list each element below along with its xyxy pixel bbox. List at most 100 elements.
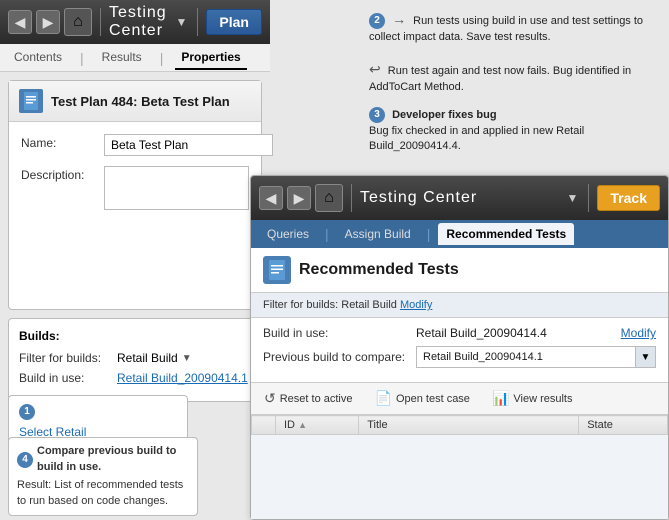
callout-4-number: 4 xyxy=(17,452,33,468)
results-table-container: ID ▲ Title State xyxy=(251,415,668,519)
previous-build-dropdown[interactable]: Retail Build_20090414.1 ▼ xyxy=(416,346,656,368)
back-button[interactable]: ◀ xyxy=(8,10,32,34)
rec-tests-icon xyxy=(263,256,291,284)
rec-filter-bar: Filter for builds: Retail Build Modify xyxy=(251,293,668,318)
rec-tests-title: Recommended Tests xyxy=(299,261,459,279)
arrow-left-1: ↩ xyxy=(369,61,381,77)
sort-icon-id: ▲ xyxy=(298,420,307,430)
tab-right-sep-1: | xyxy=(325,226,329,242)
previous-build-label: Previous build to compare: xyxy=(263,350,408,364)
app-title-left: Testing Center xyxy=(109,4,170,40)
previous-build-value: Retail Build_20090414.1 xyxy=(417,351,635,363)
left-tabs-bar: Contents | Results | Properties xyxy=(0,44,270,72)
filter-builds-row: Filter for builds: Retail Build ▼ xyxy=(19,351,251,365)
rec-tests-header: Recommended Tests xyxy=(251,248,668,293)
right-nav-divider xyxy=(351,184,352,212)
build-in-use-row: Build in use: Retail Build_20090414.1 xyxy=(19,371,251,385)
col-state[interactable]: State xyxy=(579,416,668,435)
col-title[interactable]: Title xyxy=(359,416,579,435)
filter-modify-link[interactable]: Modify xyxy=(400,299,432,311)
view-results-button[interactable]: 📊 View results xyxy=(487,387,578,410)
callout-4-text: Result: List of recommended tests to run… xyxy=(17,479,183,506)
description-input[interactable] xyxy=(104,166,249,210)
callout-1-header: 1 xyxy=(19,404,177,420)
callout-2-text-1: Run tests using build in use and test se… xyxy=(369,15,643,43)
callout-3-number: 3 xyxy=(369,107,385,123)
callout-2: 2 → Run tests using build in use and tes… xyxy=(369,10,659,95)
right-forward-button[interactable]: ▶ xyxy=(287,186,311,210)
right-nav-bar: ◀ ▶ ⌂ Testing Center ▼ Track xyxy=(251,176,668,220)
tab-recommended-tests[interactable]: Recommended Tests xyxy=(438,223,574,245)
build-in-use-field-row: Build in use: Retail Build_20090414.4 Mo… xyxy=(263,326,656,340)
name-label: Name: xyxy=(21,134,96,150)
results-table: ID ▲ Title State xyxy=(251,415,668,435)
builds-section: Builds: Filter for builds: Retail Build … xyxy=(8,318,262,402)
nav-dropdown-button[interactable]: ▼ xyxy=(174,13,190,31)
nav-divider xyxy=(100,8,101,36)
tab-sep-2: | xyxy=(160,50,164,66)
filter-dropdown[interactable]: Retail Build ▼ xyxy=(117,351,192,365)
col-checkbox xyxy=(252,416,276,435)
build-in-use-label: Build in use: xyxy=(19,371,109,385)
build-in-use-value[interactable]: Retail Build_20090414.1 xyxy=(117,371,248,385)
tab-sep-1: | xyxy=(80,50,84,66)
reset-active-button[interactable]: ↺ Reset to active xyxy=(259,387,358,410)
previous-build-field-row: Previous build to compare: Retail Build_… xyxy=(263,346,656,368)
rec-build-modify-link[interactable]: Modify xyxy=(621,326,656,340)
plan-button[interactable]: Plan xyxy=(206,9,262,35)
right-panel: ◀ ▶ ⌂ Testing Center ▼ Track Queries | A… xyxy=(250,175,669,520)
view-icon: 📊 xyxy=(492,390,509,407)
col-state-label: State xyxy=(587,419,613,431)
callout-2-text-2: Run test again and test now fails. Bug i… xyxy=(369,65,631,93)
table-header-row: ID ▲ Title State xyxy=(252,416,668,435)
name-field-row: Name: xyxy=(21,134,249,156)
tab-queries[interactable]: Queries xyxy=(259,223,317,245)
callout-3-header: Developer fixes bug xyxy=(392,109,497,121)
view-btn-label: View results xyxy=(513,393,572,405)
open-test-case-button[interactable]: 📄 Open test case xyxy=(370,387,475,410)
tab-right-sep-2: | xyxy=(427,226,431,242)
filter-value: Retail Build xyxy=(117,351,178,365)
nav-divider-2 xyxy=(197,8,198,36)
test-plan-body: Name: Description: xyxy=(9,122,261,232)
callout-3-text: Bug fix checked in and applied in new Re… xyxy=(369,125,584,152)
right-tabs-bar: Queries | Assign Build | Recommended Tes… xyxy=(251,220,668,248)
right-back-button[interactable]: ◀ xyxy=(259,186,283,210)
open-icon: 📄 xyxy=(375,390,392,407)
callout-1-number: 1 xyxy=(19,404,35,420)
previous-build-dropdown-arrow[interactable]: ▼ xyxy=(635,347,655,367)
rec-toolbar: ↺ Reset to active 📄 Open test case 📊 Vie… xyxy=(251,383,668,415)
arrow-right-1: → xyxy=(392,11,406,27)
right-home-button[interactable]: ⌂ xyxy=(315,184,343,212)
rec-fields: Build in use: Retail Build_20090414.4 Mo… xyxy=(251,318,668,383)
callout-3: 3 Developer fixes bug Bug fix checked in… xyxy=(369,107,659,154)
left-nav-bar: ◀ ▶ ⌂ Testing Center ▼ Plan xyxy=(0,0,270,44)
forward-button[interactable]: ▶ xyxy=(36,10,60,34)
tab-assign-build[interactable]: Assign Build xyxy=(337,223,419,245)
right-nav-dropdown[interactable]: ▼ xyxy=(565,189,581,207)
description-label: Description: xyxy=(21,166,96,182)
test-plan-header: Test Plan 484: Beta Test Plan xyxy=(9,81,261,122)
callout-4-title: Compare previous build to build in use. xyxy=(37,444,189,475)
builds-title: Builds: xyxy=(19,329,251,343)
left-panel: ◀ ▶ ⌂ Testing Center ▼ Plan Contents | R… xyxy=(0,0,270,520)
description-field-row: Description: xyxy=(21,166,249,210)
name-input[interactable] xyxy=(104,134,273,156)
right-app-title: Testing Center xyxy=(360,189,561,207)
callout-4-header: 4 Compare previous build to build in use… xyxy=(17,444,189,475)
right-callouts: 2 → Run tests using build in use and tes… xyxy=(359,0,669,176)
open-btn-label: Open test case xyxy=(396,393,470,405)
track-button[interactable]: Track xyxy=(597,185,660,211)
tab-results[interactable]: Results xyxy=(96,46,148,70)
right-nav-divider-2 xyxy=(588,184,589,212)
test-plan-card: Test Plan 484: Beta Test Plan Name: Desc… xyxy=(8,80,262,310)
col-id[interactable]: ID ▲ xyxy=(276,416,359,435)
col-title-label: Title xyxy=(367,419,387,431)
rec-build-in-use-value: Retail Build_20090414.4 xyxy=(416,326,605,340)
callout-4: 4 Compare previous build to build in use… xyxy=(8,437,198,516)
tab-contents[interactable]: Contents xyxy=(8,46,68,70)
filter-label: Filter for builds: xyxy=(19,351,109,365)
tab-properties[interactable]: Properties xyxy=(175,46,246,70)
home-button[interactable]: ⌂ xyxy=(64,8,92,36)
filter-bar-text: Filter for builds: Retail Build xyxy=(263,299,397,311)
